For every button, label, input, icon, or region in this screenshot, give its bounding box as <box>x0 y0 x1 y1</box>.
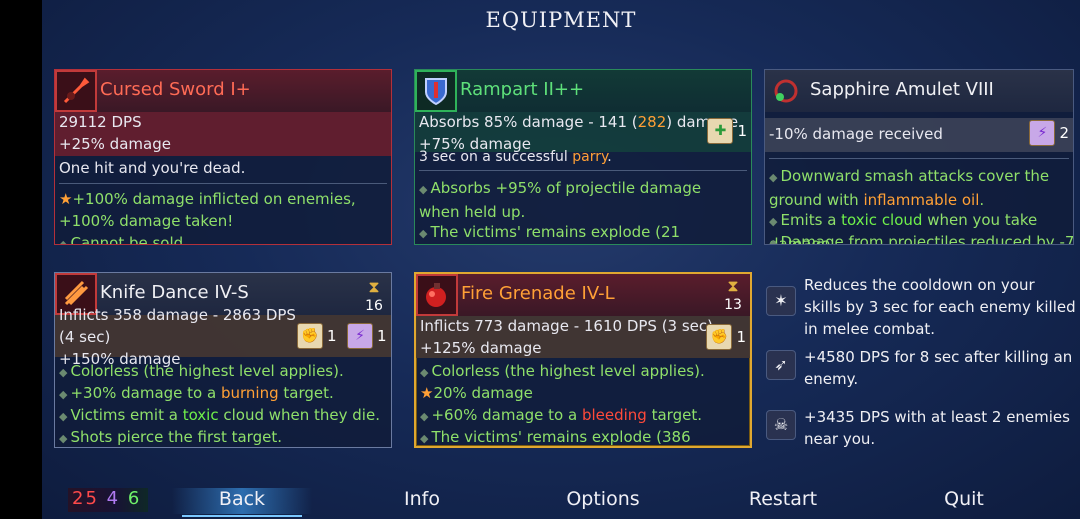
hourglass-icon: ⧗ <box>368 277 380 296</box>
brutality-scroll-icon: ✊ <box>706 324 733 350</box>
perk-description: Reduces the cooldown on your skills by 3… <box>804 276 1076 338</box>
affix-burning: ◆ +30% damage to a burning target. <box>59 384 334 402</box>
tactics-scroll-icon: ⚡ <box>347 323 373 349</box>
affix-projectile: ◆ Damage from projectiles reduced by -75% <box>769 233 1074 245</box>
perk-item[interactable]: ☠ +3435 DPS with at least 2 enemies near… <box>766 406 1076 450</box>
divider <box>419 170 747 171</box>
cooldown-timer: ⧗ 16 <box>363 279 385 317</box>
brutality-count: 25 <box>72 488 99 509</box>
perk-description: +3435 DPS with at least 2 enemies near y… <box>804 408 1070 448</box>
health-scroll-icon: ✚ <box>707 118 734 144</box>
hourglass-icon: ⧗ <box>727 276 739 295</box>
cooldown-timer: ⧗ 13 <box>722 278 744 316</box>
scroll-count: ✊ 1 <box>706 324 746 350</box>
quit-button[interactable]: Quit <box>904 488 1024 510</box>
survival-count: 6 <box>127 488 142 509</box>
shield-icon <box>415 70 457 112</box>
absorb-stat: Absorbs 85% damage - 141 (282) damage <box>419 113 739 131</box>
item-name: Knife Dance IV-S <box>100 282 249 303</box>
affix-colorless: ◆ Colorless (the highest level applies). <box>59 362 344 380</box>
bow-arrow-icon: ➶ <box>766 350 796 380</box>
scroll-count: ⚡ 2 <box>1029 120 1069 146</box>
tactics-count: 4 <box>106 488 121 509</box>
item-name: Cursed Sword I+ <box>100 79 251 100</box>
sword-icon <box>55 70 97 112</box>
affix-oil: ◆ Downward smash attacks cover the ground… <box>769 167 1050 209</box>
back-button[interactable]: Back <box>172 488 312 517</box>
star-icon: ★ <box>420 384 434 402</box>
page-title: EQUIPMENT <box>485 8 637 32</box>
perk-item[interactable]: ✶ Reduces the cooldown on your skills by… <box>766 274 1076 340</box>
equipment-screen: EQUIPMENT Cursed Sword I+ 29112 DPS +25%… <box>42 0 1080 519</box>
item-card-amulet[interactable]: Sapphire Amulet VIII -10% damage receive… <box>764 69 1074 245</box>
perk-item[interactable]: ➶ +4580 DPS for 8 sec after killing an e… <box>766 346 1076 390</box>
affix-curse: ★+100% damage inflicted on enemies, +100… <box>59 190 356 230</box>
item-description: One hit and you're dead. <box>59 159 246 177</box>
item-name: Rampart II++ <box>460 79 585 100</box>
item-card-cursed-sword[interactable]: Cursed Sword I+ 29112 DPS +25% damage On… <box>54 69 392 245</box>
affix-explode: ◆The victims' remains explode (386 damag… <box>420 428 691 446</box>
damage-bonus: +125% damage <box>420 339 542 357</box>
affix-unsellable: ◆ Cannot be sold. <box>59 234 188 245</box>
restart-button[interactable]: Restart <box>723 488 843 510</box>
options-button[interactable]: Options <box>543 488 663 510</box>
dagger-burst-icon: ✶ <box>766 286 796 316</box>
bottom-menu: 25 4 6 Back Info Options Restart Quit <box>42 484 1080 519</box>
affix-pierce: ◆ Shots pierce the first target. <box>59 428 282 446</box>
item-card-rampart[interactable]: Rampart II++ Absorbs 85% damage - 141 (2… <box>414 69 752 245</box>
damage-stat: Inflicts 358 damage - 2863 DPS (4 sec) <box>59 306 296 346</box>
affix-bleeding: ◆ +60% damage to a bleeding target. <box>420 406 702 424</box>
item-card-fire-grenade[interactable]: Fire Grenade IV-L ⧗ 13 Inflicts 773 damag… <box>414 272 752 448</box>
affix-explode: ◆The victims' remains explode (21 damage… <box>419 223 681 241</box>
divider <box>769 158 1069 159</box>
affix-colorless: ◆ Colorless (the highest level applies). <box>420 362 705 380</box>
scroll-count: ✚ 1 <box>707 118 747 144</box>
item-card-knife-dance[interactable]: Knife Dance IV-S ⧗ 16 Inflicts 358 damage… <box>54 272 392 448</box>
crowd-icon: ☠ <box>766 410 796 440</box>
lightning-scroll-icon: ⚡ <box>1029 120 1056 146</box>
perk-description: +4580 DPS for 8 sec after killing an ene… <box>804 348 1073 388</box>
scroll-count-2: ⚡ 1 <box>347 323 387 349</box>
scroll-count-1: ✊ 1 <box>297 323 337 349</box>
amulet-icon <box>765 70 807 112</box>
affix-damage: ★20% damage <box>420 384 533 402</box>
grenade-icon <box>416 274 458 316</box>
divider <box>59 183 387 184</box>
affix-projectile-absorb: ◆ Absorbs +95% of projectile damage when … <box>419 179 702 221</box>
info-button[interactable]: Info <box>362 488 482 510</box>
damage-reduction: -10% damage received <box>769 125 943 143</box>
affix-toxic: ◆ Victims emit a toxic cloud when they di… <box>59 406 380 424</box>
brutality-scroll-icon: ✊ <box>297 323 323 349</box>
parry-affix: 3 sec on a successful parry. <box>419 150 612 164</box>
damage-bonus: +25% damage <box>59 135 171 153</box>
damage-stat: Inflicts 773 damage - 1610 DPS (3 sec) <box>420 317 714 335</box>
star-icon: ★ <box>59 190 73 208</box>
item-name: Fire Grenade IV-L <box>461 283 615 304</box>
dps-value: 29112 DPS <box>59 113 142 131</box>
scroll-stats: 25 4 6 <box>72 488 141 509</box>
item-name: Sapphire Amulet VIII <box>810 79 994 100</box>
